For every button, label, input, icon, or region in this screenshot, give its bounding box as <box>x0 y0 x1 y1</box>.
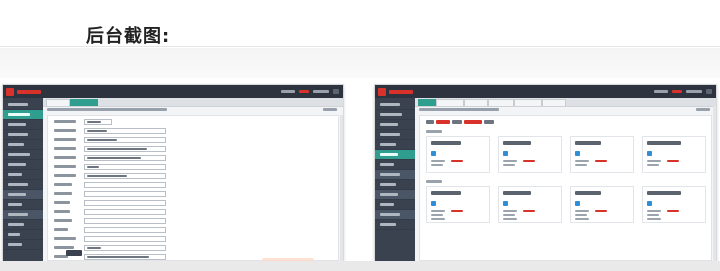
text-field[interactable] <box>84 254 166 260</box>
breadcrumb <box>47 108 167 111</box>
refresh-link[interactable] <box>696 108 710 111</box>
text-field[interactable] <box>84 209 166 215</box>
sidebar-item[interactable] <box>3 230 43 240</box>
top-bar <box>3 85 343 98</box>
sidebar-item[interactable] <box>3 200 43 210</box>
text-field[interactable] <box>84 155 166 161</box>
tab-active[interactable] <box>418 99 436 106</box>
refresh-link[interactable] <box>323 108 337 111</box>
stat-card[interactable] <box>642 186 706 223</box>
text-field[interactable] <box>84 218 166 224</box>
stat-card[interactable] <box>570 186 634 223</box>
sidebar-item[interactable] <box>375 140 415 150</box>
logo <box>6 87 41 96</box>
sidebar-item-active[interactable] <box>375 150 415 160</box>
sidebar-item[interactable] <box>3 220 43 230</box>
scrollbar[interactable] <box>713 106 716 261</box>
sidebar <box>375 98 415 261</box>
top-bar-actions <box>654 89 712 94</box>
text-field[interactable] <box>84 200 166 206</box>
stat-card[interactable] <box>498 136 562 173</box>
sidebar-item[interactable] <box>375 100 415 110</box>
sidebar-item[interactable] <box>3 240 43 250</box>
tab[interactable] <box>542 99 566 106</box>
stat-card[interactable] <box>498 186 562 223</box>
tab[interactable] <box>514 99 542 106</box>
sidebar-item[interactable] <box>375 190 415 200</box>
text-field[interactable] <box>84 137 166 143</box>
sidebar-item[interactable] <box>375 210 415 220</box>
section-label <box>426 180 442 183</box>
background-band <box>0 48 720 78</box>
form-panel <box>47 115 339 261</box>
logo <box>378 87 413 96</box>
sidebar-item[interactable] <box>375 170 415 180</box>
tab[interactable] <box>436 99 464 106</box>
stat-card[interactable] <box>426 136 490 173</box>
stat-card[interactable] <box>642 136 706 173</box>
text-field[interactable] <box>84 191 166 197</box>
submit-button[interactable] <box>66 250 82 256</box>
stat-card[interactable] <box>570 136 634 173</box>
text-field[interactable] <box>84 128 166 134</box>
sidebar-item[interactable] <box>375 200 415 210</box>
tab[interactable] <box>464 99 488 106</box>
sidebar-item[interactable] <box>3 190 43 200</box>
text-field[interactable] <box>84 146 166 152</box>
text-field[interactable] <box>84 182 166 188</box>
sidebar-item[interactable] <box>375 110 415 120</box>
section-label <box>426 130 442 133</box>
text-field[interactable] <box>84 227 166 233</box>
breadcrumb <box>419 108 499 111</box>
divider <box>0 46 720 47</box>
sidebar-item[interactable] <box>3 150 43 160</box>
tab-active[interactable] <box>70 99 98 106</box>
select-field[interactable] <box>84 119 112 125</box>
tab[interactable] <box>46 99 70 106</box>
welcome-banner <box>426 119 494 124</box>
tab-strip <box>415 98 716 107</box>
dashboard-panel <box>419 115 712 261</box>
sidebar-item[interactable] <box>3 140 43 150</box>
stat-card[interactable] <box>426 186 490 223</box>
text-field[interactable] <box>84 164 166 170</box>
text-field[interactable] <box>84 173 166 179</box>
tab-strip <box>43 98 343 107</box>
sidebar-item[interactable] <box>3 100 43 110</box>
sidebar <box>3 98 43 261</box>
sidebar-item[interactable] <box>3 120 43 130</box>
text-field[interactable] <box>84 245 166 251</box>
admin-form-screenshot <box>2 84 344 262</box>
tab[interactable] <box>488 99 514 106</box>
sidebar-item[interactable] <box>3 180 43 190</box>
scrollbar[interactable] <box>340 115 343 261</box>
sidebar-item[interactable] <box>375 180 415 190</box>
sidebar-item[interactable] <box>375 120 415 130</box>
admin-dashboard-screenshot <box>374 84 717 262</box>
text-field[interactable] <box>84 236 166 242</box>
top-bar-actions <box>281 89 339 94</box>
sidebar-item[interactable] <box>3 210 43 220</box>
sidebar-item[interactable] <box>375 220 415 230</box>
sidebar-item[interactable] <box>375 130 415 140</box>
sidebar-item-active[interactable] <box>3 110 43 120</box>
footer-band <box>0 261 720 271</box>
sidebar-item[interactable] <box>3 130 43 140</box>
section-heading: 后台截图: <box>86 26 171 47</box>
sidebar-item[interactable] <box>3 160 43 170</box>
sidebar-item[interactable] <box>3 170 43 180</box>
top-bar <box>375 85 716 98</box>
sidebar-item[interactable] <box>375 160 415 170</box>
